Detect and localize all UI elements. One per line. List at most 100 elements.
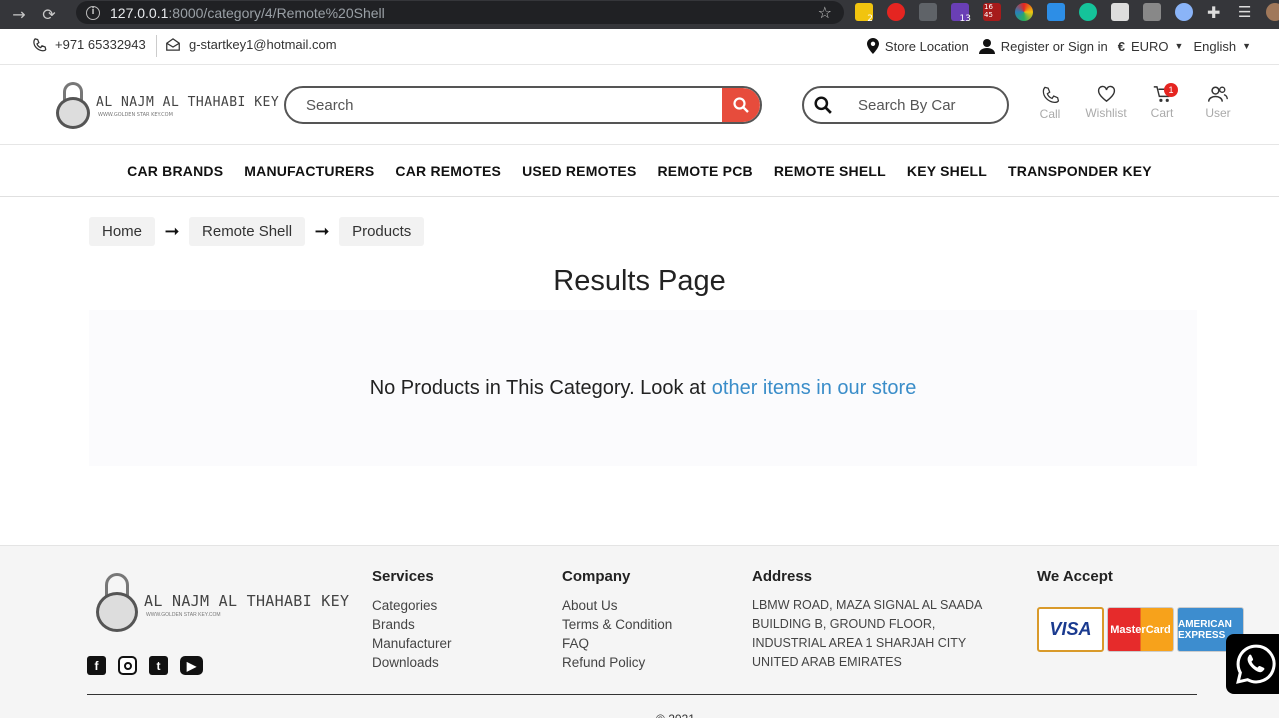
- phone-number: +971 65332943: [55, 37, 146, 52]
- footer-link[interactable]: Terms & Condition: [562, 615, 672, 634]
- page-title: Results Page: [553, 265, 726, 297]
- site-header: AL NAJM AL THAHABI KEY WWW.GOLDEN STAR K…: [0, 65, 1279, 145]
- email-contact[interactable]: g-startkey1@hotmail.com: [165, 37, 337, 52]
- search-icon: [733, 97, 749, 113]
- forward-icon[interactable]: →: [8, 4, 30, 26]
- info-icon[interactable]: i: [86, 5, 100, 20]
- nav-used-remotes[interactable]: USED REMOTES: [522, 163, 636, 179]
- wishlist-button[interactable]: Wishlist: [1076, 85, 1136, 121]
- nav-car-remotes[interactable]: CAR REMOTES: [395, 163, 501, 179]
- browser-chrome: → ⟳ i 127.0.0.1:8000/category/4/Remote%2…: [0, 0, 1279, 29]
- footer-payments: We Accept: [1037, 568, 1113, 585]
- whatsapp-icon: [1236, 644, 1276, 684]
- social-links: f t ▶: [87, 656, 203, 675]
- site-footer: AL NAJM AL THAHABI KEY WWW.GOLDEN STAR K…: [0, 545, 1279, 718]
- empty-results-panel: No Products in This Category. Look at ot…: [89, 310, 1197, 466]
- user-button[interactable]: User: [1188, 85, 1248, 121]
- nav-key-shell[interactable]: KEY SHELL: [907, 163, 987, 179]
- nav-remote-shell[interactable]: REMOTE SHELL: [774, 163, 886, 179]
- nav-transponder-key[interactable]: TRANSPONDER KEY: [1008, 163, 1152, 179]
- facebook-icon[interactable]: f: [87, 656, 106, 675]
- footer-link[interactable]: Downloads: [372, 653, 452, 672]
- nav-car-brands[interactable]: CAR BRANDS: [127, 163, 223, 179]
- footer-company: Company About Us Terms & Condition FAQ R…: [562, 568, 673, 672]
- grammarly-icon[interactable]: [1079, 3, 1097, 21]
- caret-down-icon: ▼: [1174, 41, 1184, 51]
- product-search: [284, 86, 762, 124]
- reload-icon[interactable]: ⟳: [38, 4, 60, 26]
- extension-icon[interactable]: 2: [855, 3, 873, 24]
- breadcrumb-home[interactable]: Home: [89, 217, 156, 246]
- user-icon: [978, 38, 995, 54]
- extension-icon[interactable]: [1047, 3, 1065, 21]
- heart-icon: [1097, 85, 1115, 102]
- email-address: g-startkey1@hotmail.com: [189, 37, 337, 52]
- mail-icon: [166, 38, 180, 51]
- payment-cards: VISA MasterCard AMERICAN EXPRESS: [1037, 607, 1244, 652]
- camera-icon[interactable]: [1143, 3, 1161, 21]
- store-location-link[interactable]: Store Location: [866, 38, 969, 54]
- search-icon: [814, 96, 832, 114]
- footer-address: Address LBMW ROAD, MAZA SIGNAL AL SAADA …: [752, 568, 983, 669]
- extension-icon[interactable]: [1015, 3, 1033, 21]
- contact-bar: +971 65332943 g-startkey1@hotmail.com St…: [0, 29, 1279, 65]
- address-bar[interactable]: i 127.0.0.1:8000/category/4/Remote%20She…: [76, 1, 844, 24]
- cart-count-badge: 1: [1164, 83, 1178, 97]
- search-button[interactable]: [722, 88, 760, 122]
- arrow-right-icon: ➞: [164, 221, 180, 242]
- footer-services: Services Categories Brands Manufacturer …: [372, 568, 452, 672]
- youtube-icon[interactable]: ▶: [180, 656, 203, 675]
- copyright: © 2021: [656, 712, 695, 718]
- arrow-right-icon: ➞: [314, 221, 330, 242]
- twitter-icon[interactable]: t: [149, 656, 168, 675]
- instagram-icon[interactable]: [118, 656, 137, 675]
- breadcrumb-current: Products: [339, 217, 425, 246]
- search-by-car-button[interactable]: Search By Car: [802, 86, 1009, 124]
- whatsapp-button[interactable]: [1226, 634, 1279, 694]
- main-navigation: CAR BRANDS MANUFACTURERS CAR REMOTES USE…: [0, 145, 1279, 197]
- nav-manufacturers[interactable]: MANUFACTURERS: [244, 163, 374, 179]
- nav-remote-pcb[interactable]: REMOTE PCB: [658, 163, 753, 179]
- phone-icon: [1042, 86, 1059, 104]
- footer-link[interactable]: About Us: [562, 596, 672, 615]
- bookmark-star-icon[interactable]: ☆: [818, 3, 832, 22]
- caret-down-icon: ▼: [1242, 41, 1251, 51]
- language-select[interactable]: English ▼: [1193, 39, 1251, 54]
- search-input[interactable]: [286, 88, 724, 122]
- footer-divider: [87, 694, 1197, 695]
- extension-icon[interactable]: [1175, 3, 1193, 21]
- extension-icon[interactable]: [1111, 3, 1129, 21]
- extension-icon[interactable]: [919, 3, 937, 21]
- empty-message: No Products in This Category. Look at: [369, 376, 706, 399]
- avatar[interactable]: [1266, 3, 1279, 21]
- divider: [156, 35, 157, 57]
- puzzle-icon[interactable]: ✚: [1207, 3, 1225, 22]
- footer-link[interactable]: Categories: [372, 596, 452, 615]
- url-text: 127.0.0.1:8000/category/4/Remote%20Shell: [110, 4, 385, 21]
- footer-link[interactable]: Refund Policy: [562, 653, 672, 672]
- register-link[interactable]: Register or Sign in: [978, 38, 1108, 54]
- breadcrumb: Home ➞ Remote Shell ➞ Products: [89, 217, 425, 246]
- call-button[interactable]: Call: [1024, 85, 1076, 121]
- footer-link[interactable]: FAQ: [562, 634, 672, 653]
- phone-contact[interactable]: +971 65332943: [32, 37, 146, 52]
- footer-logo[interactable]: AL NAJM AL THAHABI KEY WWW.GOLDEN STAR K…: [96, 570, 349, 636]
- reading-list-icon[interactable]: ☰: [1238, 3, 1256, 21]
- euro-icon: €: [1117, 38, 1125, 54]
- site-logo[interactable]: AL NAJM AL THAHABI KEY WWW.GOLDEN STAR K…: [54, 79, 279, 131]
- extension-icon[interactable]: [887, 3, 905, 21]
- other-items-link[interactable]: other items in our store: [712, 377, 917, 400]
- footer-link[interactable]: Manufacturer: [372, 634, 452, 653]
- lock-logo-icon: [56, 97, 90, 129]
- phone-icon: [33, 38, 47, 52]
- lock-logo-icon: [96, 592, 138, 632]
- breadcrumb-category[interactable]: Remote Shell: [189, 217, 306, 246]
- mastercard-icon: MasterCard: [1107, 607, 1174, 652]
- extension-icon[interactable]: 13: [951, 3, 971, 24]
- cart-button[interactable]: 1 Cart: [1136, 83, 1188, 121]
- extension-icon[interactable]: 16 45: [983, 3, 1001, 21]
- currency-select[interactable]: € EURO ▼: [1118, 39, 1184, 54]
- footer-link[interactable]: Brands: [372, 615, 452, 634]
- users-icon: [1207, 86, 1228, 102]
- visa-card-icon: VISA: [1037, 607, 1104, 652]
